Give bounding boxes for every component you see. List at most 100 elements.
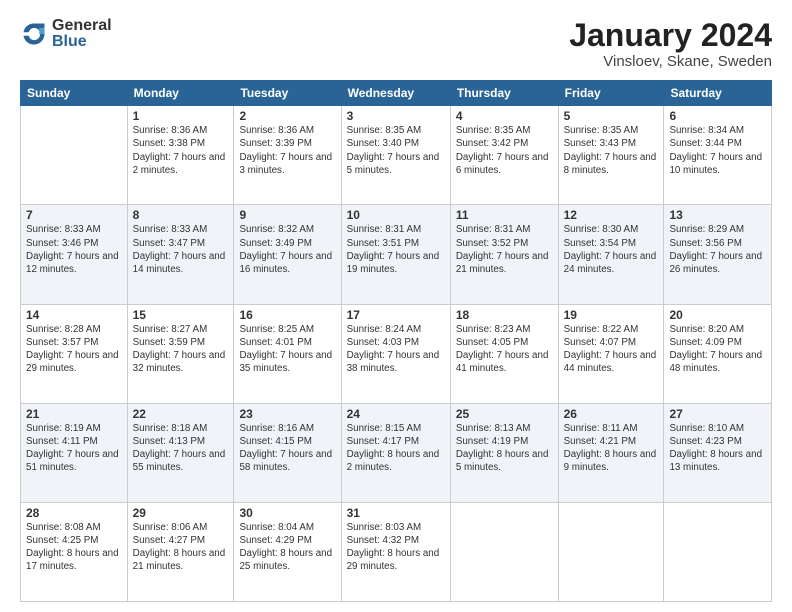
day-info: Sunrise: 8:19 AMSunset: 4:11 PMDaylight:… [26, 422, 122, 475]
day-info: Sunrise: 8:35 AMSunset: 3:40 PMDaylight:… [347, 124, 445, 177]
day-info: Sunrise: 8:28 AMSunset: 3:57 PMDaylight:… [26, 323, 122, 376]
day-number: 1 [133, 109, 229, 123]
table-cell [21, 106, 128, 205]
day-number: 8 [133, 208, 229, 222]
logo-blue-text: Blue [52, 34, 112, 50]
table-cell: 1Sunrise: 8:36 AMSunset: 3:38 PMDaylight… [127, 106, 234, 205]
day-info: Sunrise: 8:04 AMSunset: 4:29 PMDaylight:… [239, 521, 335, 574]
day-number: 14 [26, 308, 122, 322]
table-cell: 15Sunrise: 8:27 AMSunset: 3:59 PMDayligh… [127, 304, 234, 403]
day-info: Sunrise: 8:36 AMSunset: 3:38 PMDaylight:… [133, 124, 229, 177]
day-number: 10 [347, 208, 445, 222]
day-info: Sunrise: 8:08 AMSunset: 4:25 PMDaylight:… [26, 521, 122, 574]
table-cell: 8Sunrise: 8:33 AMSunset: 3:47 PMDaylight… [127, 205, 234, 304]
table-cell: 24Sunrise: 8:15 AMSunset: 4:17 PMDayligh… [341, 403, 450, 502]
day-info: Sunrise: 8:23 AMSunset: 4:05 PMDaylight:… [456, 323, 553, 376]
logo-general-text: General [52, 18, 112, 34]
table-cell: 4Sunrise: 8:35 AMSunset: 3:42 PMDaylight… [450, 106, 558, 205]
col-monday: Monday [127, 81, 234, 106]
day-number: 30 [239, 506, 335, 520]
table-cell: 6Sunrise: 8:34 AMSunset: 3:44 PMDaylight… [664, 106, 772, 205]
table-cell [450, 502, 558, 601]
day-info: Sunrise: 8:15 AMSunset: 4:17 PMDaylight:… [347, 422, 445, 475]
table-cell: 19Sunrise: 8:22 AMSunset: 4:07 PMDayligh… [558, 304, 664, 403]
table-cell: 5Sunrise: 8:35 AMSunset: 3:43 PMDaylight… [558, 106, 664, 205]
day-info: Sunrise: 8:03 AMSunset: 4:32 PMDaylight:… [347, 521, 445, 574]
day-info: Sunrise: 8:31 AMSunset: 3:51 PMDaylight:… [347, 223, 445, 276]
day-number: 24 [347, 407, 445, 421]
day-info: Sunrise: 8:34 AMSunset: 3:44 PMDaylight:… [669, 124, 766, 177]
day-number: 31 [347, 506, 445, 520]
day-number: 28 [26, 506, 122, 520]
calendar-header-row: Sunday Monday Tuesday Wednesday Thursday… [21, 81, 772, 106]
day-info: Sunrise: 8:11 AMSunset: 4:21 PMDaylight:… [564, 422, 659, 475]
day-info: Sunrise: 8:32 AMSunset: 3:49 PMDaylight:… [239, 223, 335, 276]
day-number: 19 [564, 308, 659, 322]
day-number: 12 [564, 208, 659, 222]
day-number: 29 [133, 506, 229, 520]
day-info: Sunrise: 8:35 AMSunset: 3:42 PMDaylight:… [456, 124, 553, 177]
day-number: 27 [669, 407, 766, 421]
day-number: 6 [669, 109, 766, 123]
table-cell: 22Sunrise: 8:18 AMSunset: 4:13 PMDayligh… [127, 403, 234, 502]
table-cell: 28Sunrise: 8:08 AMSunset: 4:25 PMDayligh… [21, 502, 128, 601]
table-cell: 29Sunrise: 8:06 AMSunset: 4:27 PMDayligh… [127, 502, 234, 601]
table-cell: 20Sunrise: 8:20 AMSunset: 4:09 PMDayligh… [664, 304, 772, 403]
day-number: 23 [239, 407, 335, 421]
table-cell: 25Sunrise: 8:13 AMSunset: 4:19 PMDayligh… [450, 403, 558, 502]
logo-icon [20, 20, 48, 48]
header: General Blue January 2024 Vinsloev, Skan… [20, 18, 772, 70]
day-number: 17 [347, 308, 445, 322]
day-info: Sunrise: 8:22 AMSunset: 4:07 PMDaylight:… [564, 323, 659, 376]
day-number: 18 [456, 308, 553, 322]
day-number: 15 [133, 308, 229, 322]
calendar-week-row: 1Sunrise: 8:36 AMSunset: 3:38 PMDaylight… [21, 106, 772, 205]
calendar-week-row: 21Sunrise: 8:19 AMSunset: 4:11 PMDayligh… [21, 403, 772, 502]
table-cell: 26Sunrise: 8:11 AMSunset: 4:21 PMDayligh… [558, 403, 664, 502]
table-cell: 21Sunrise: 8:19 AMSunset: 4:11 PMDayligh… [21, 403, 128, 502]
day-info: Sunrise: 8:24 AMSunset: 4:03 PMDaylight:… [347, 323, 445, 376]
day-info: Sunrise: 8:06 AMSunset: 4:27 PMDaylight:… [133, 521, 229, 574]
day-info: Sunrise: 8:35 AMSunset: 3:43 PMDaylight:… [564, 124, 659, 177]
calendar-table: Sunday Monday Tuesday Wednesday Thursday… [20, 80, 772, 602]
table-cell: 17Sunrise: 8:24 AMSunset: 4:03 PMDayligh… [341, 304, 450, 403]
day-info: Sunrise: 8:13 AMSunset: 4:19 PMDaylight:… [456, 422, 553, 475]
table-cell: 12Sunrise: 8:30 AMSunset: 3:54 PMDayligh… [558, 205, 664, 304]
table-cell: 23Sunrise: 8:16 AMSunset: 4:15 PMDayligh… [234, 403, 341, 502]
calendar-week-row: 14Sunrise: 8:28 AMSunset: 3:57 PMDayligh… [21, 304, 772, 403]
day-number: 7 [26, 208, 122, 222]
day-info: Sunrise: 8:31 AMSunset: 3:52 PMDaylight:… [456, 223, 553, 276]
calendar-week-row: 28Sunrise: 8:08 AMSunset: 4:25 PMDayligh… [21, 502, 772, 601]
day-number: 26 [564, 407, 659, 421]
day-number: 2 [239, 109, 335, 123]
table-cell: 10Sunrise: 8:31 AMSunset: 3:51 PMDayligh… [341, 205, 450, 304]
col-wednesday: Wednesday [341, 81, 450, 106]
day-number: 22 [133, 407, 229, 421]
logo: General Blue [20, 18, 112, 50]
day-number: 5 [564, 109, 659, 123]
day-info: Sunrise: 8:10 AMSunset: 4:23 PMDaylight:… [669, 422, 766, 475]
day-info: Sunrise: 8:36 AMSunset: 3:39 PMDaylight:… [239, 124, 335, 177]
table-cell: 16Sunrise: 8:25 AMSunset: 4:01 PMDayligh… [234, 304, 341, 403]
table-cell: 11Sunrise: 8:31 AMSunset: 3:52 PMDayligh… [450, 205, 558, 304]
col-saturday: Saturday [664, 81, 772, 106]
day-number: 16 [239, 308, 335, 322]
table-cell: 3Sunrise: 8:35 AMSunset: 3:40 PMDaylight… [341, 106, 450, 205]
day-info: Sunrise: 8:29 AMSunset: 3:56 PMDaylight:… [669, 223, 766, 276]
table-cell [558, 502, 664, 601]
day-number: 21 [26, 407, 122, 421]
table-cell: 13Sunrise: 8:29 AMSunset: 3:56 PMDayligh… [664, 205, 772, 304]
day-number: 3 [347, 109, 445, 123]
table-cell: 9Sunrise: 8:32 AMSunset: 3:49 PMDaylight… [234, 205, 341, 304]
day-number: 13 [669, 208, 766, 222]
page: General Blue January 2024 Vinsloev, Skan… [0, 0, 792, 612]
day-info: Sunrise: 8:18 AMSunset: 4:13 PMDaylight:… [133, 422, 229, 475]
location: Vinsloev, Skane, Sweden [569, 53, 772, 70]
table-cell: 27Sunrise: 8:10 AMSunset: 4:23 PMDayligh… [664, 403, 772, 502]
day-number: 11 [456, 208, 553, 222]
table-cell: 7Sunrise: 8:33 AMSunset: 3:46 PMDaylight… [21, 205, 128, 304]
day-info: Sunrise: 8:27 AMSunset: 3:59 PMDaylight:… [133, 323, 229, 376]
logo-text: General Blue [52, 18, 112, 50]
day-info: Sunrise: 8:20 AMSunset: 4:09 PMDaylight:… [669, 323, 766, 376]
col-sunday: Sunday [21, 81, 128, 106]
